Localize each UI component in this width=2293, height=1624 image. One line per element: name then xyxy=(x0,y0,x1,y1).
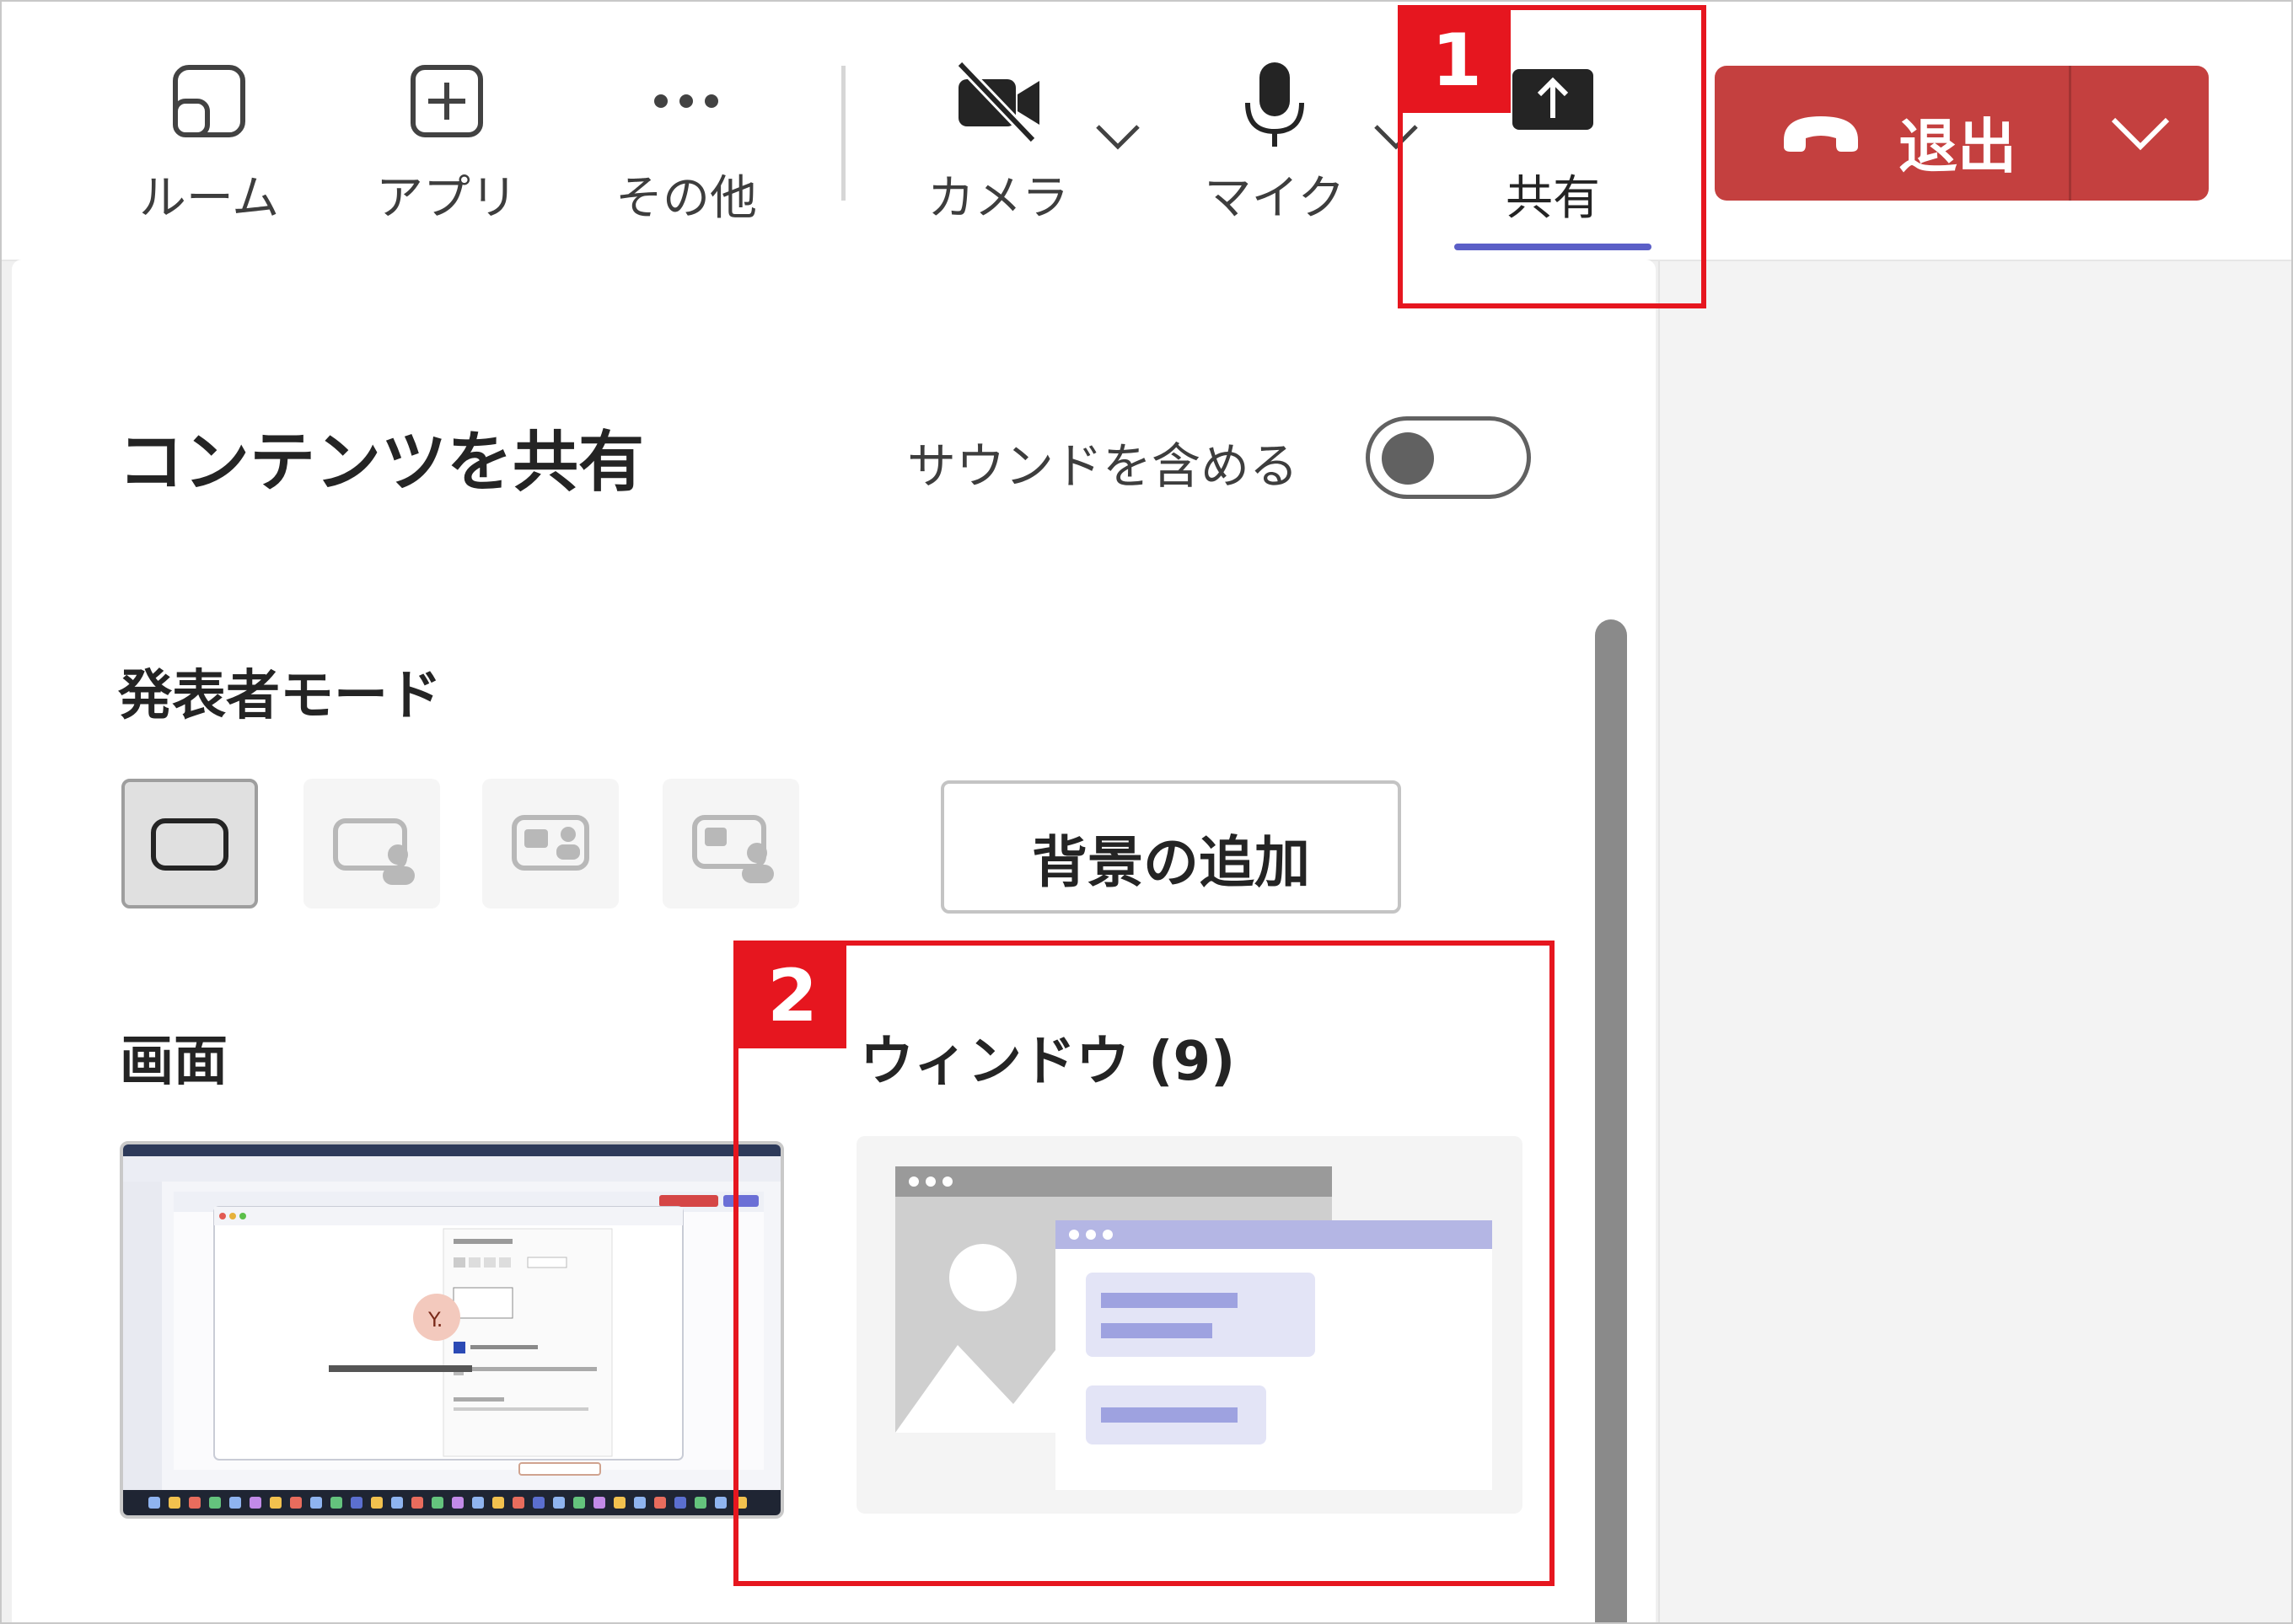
presenter-mode-standout[interactable] xyxy=(303,779,440,908)
annotation-number-1: 1 xyxy=(1403,10,1511,113)
standout-mode-icon xyxy=(333,818,415,885)
more-button[interactable]: その他 xyxy=(585,52,787,229)
apps-label: アプリ xyxy=(376,171,518,226)
presenter-mode-side-by-side[interactable] xyxy=(482,779,619,908)
reporter-mode-icon xyxy=(692,815,774,883)
toolbar-separator xyxy=(841,66,846,201)
leave-button[interactable]: 退出 xyxy=(1715,66,2069,201)
toggle-knob xyxy=(1382,432,1434,485)
screen-share-thumbnail[interactable]: Y. xyxy=(120,1141,784,1519)
apps-button[interactable]: アプリ xyxy=(346,52,548,229)
add-app-icon xyxy=(411,65,483,137)
breakout-rooms-icon xyxy=(173,65,245,137)
presenter-mode-heading: 発表者モード xyxy=(118,665,442,727)
presenter-mode-reporter[interactable] xyxy=(663,779,799,908)
mic-label: マイク xyxy=(1204,171,1345,226)
panel-title: コンテンツを共有 xyxy=(118,425,645,501)
camera-button[interactable]: カメラ xyxy=(897,52,1099,229)
chevron-down-icon xyxy=(2111,117,2170,151)
include-sound-label: サウンドを含める xyxy=(907,437,1299,495)
partial-view-button[interactable]: 示 xyxy=(2,52,61,229)
leave-label: 退出 xyxy=(1898,112,2016,181)
leave-options-button[interactable] xyxy=(2071,66,2209,201)
camera-off-icon xyxy=(956,60,1039,143)
more-dots-icon xyxy=(654,94,718,108)
leave-button-group: 退出 xyxy=(1715,66,2209,201)
rooms-button[interactable]: ルーム xyxy=(108,52,310,229)
annotation-box-2 xyxy=(733,941,1555,1586)
include-sound-toggle[interactable] xyxy=(1366,416,1531,499)
content-only-icon xyxy=(151,818,228,871)
camera-label: カメラ xyxy=(927,171,1069,226)
side-by-side-icon xyxy=(512,815,589,871)
hang-up-phone-icon xyxy=(1784,116,1858,152)
svg-text:Y.: Y. xyxy=(427,1308,443,1332)
camera-options-chevron-icon[interactable] xyxy=(1094,120,1141,153)
microphone-icon xyxy=(1245,62,1304,147)
partial-view-label: 示 xyxy=(2,160,61,228)
mic-button[interactable]: マイク xyxy=(1173,52,1376,229)
app-frame: 示 ルーム アプリ その他 xyxy=(0,0,2293,1624)
meeting-toolbar: 示 ルーム アプリ その他 xyxy=(2,2,2291,261)
desktop-preview-image: Y. xyxy=(123,1144,781,1515)
add-background-label: 背景の追加 xyxy=(1032,830,1310,895)
annotation-number-2: 2 xyxy=(738,946,846,1048)
add-background-button[interactable]: 背景の追加 xyxy=(941,780,1401,914)
presenter-mode-content-only[interactable] xyxy=(121,779,258,908)
more-label: その他 xyxy=(615,171,757,226)
screen-heading: 画面 xyxy=(120,1031,228,1093)
meeting-stage-area xyxy=(1658,261,2291,1622)
panel-scrollbar[interactable] xyxy=(1595,619,1627,1622)
rooms-label: ルーム xyxy=(138,171,280,226)
